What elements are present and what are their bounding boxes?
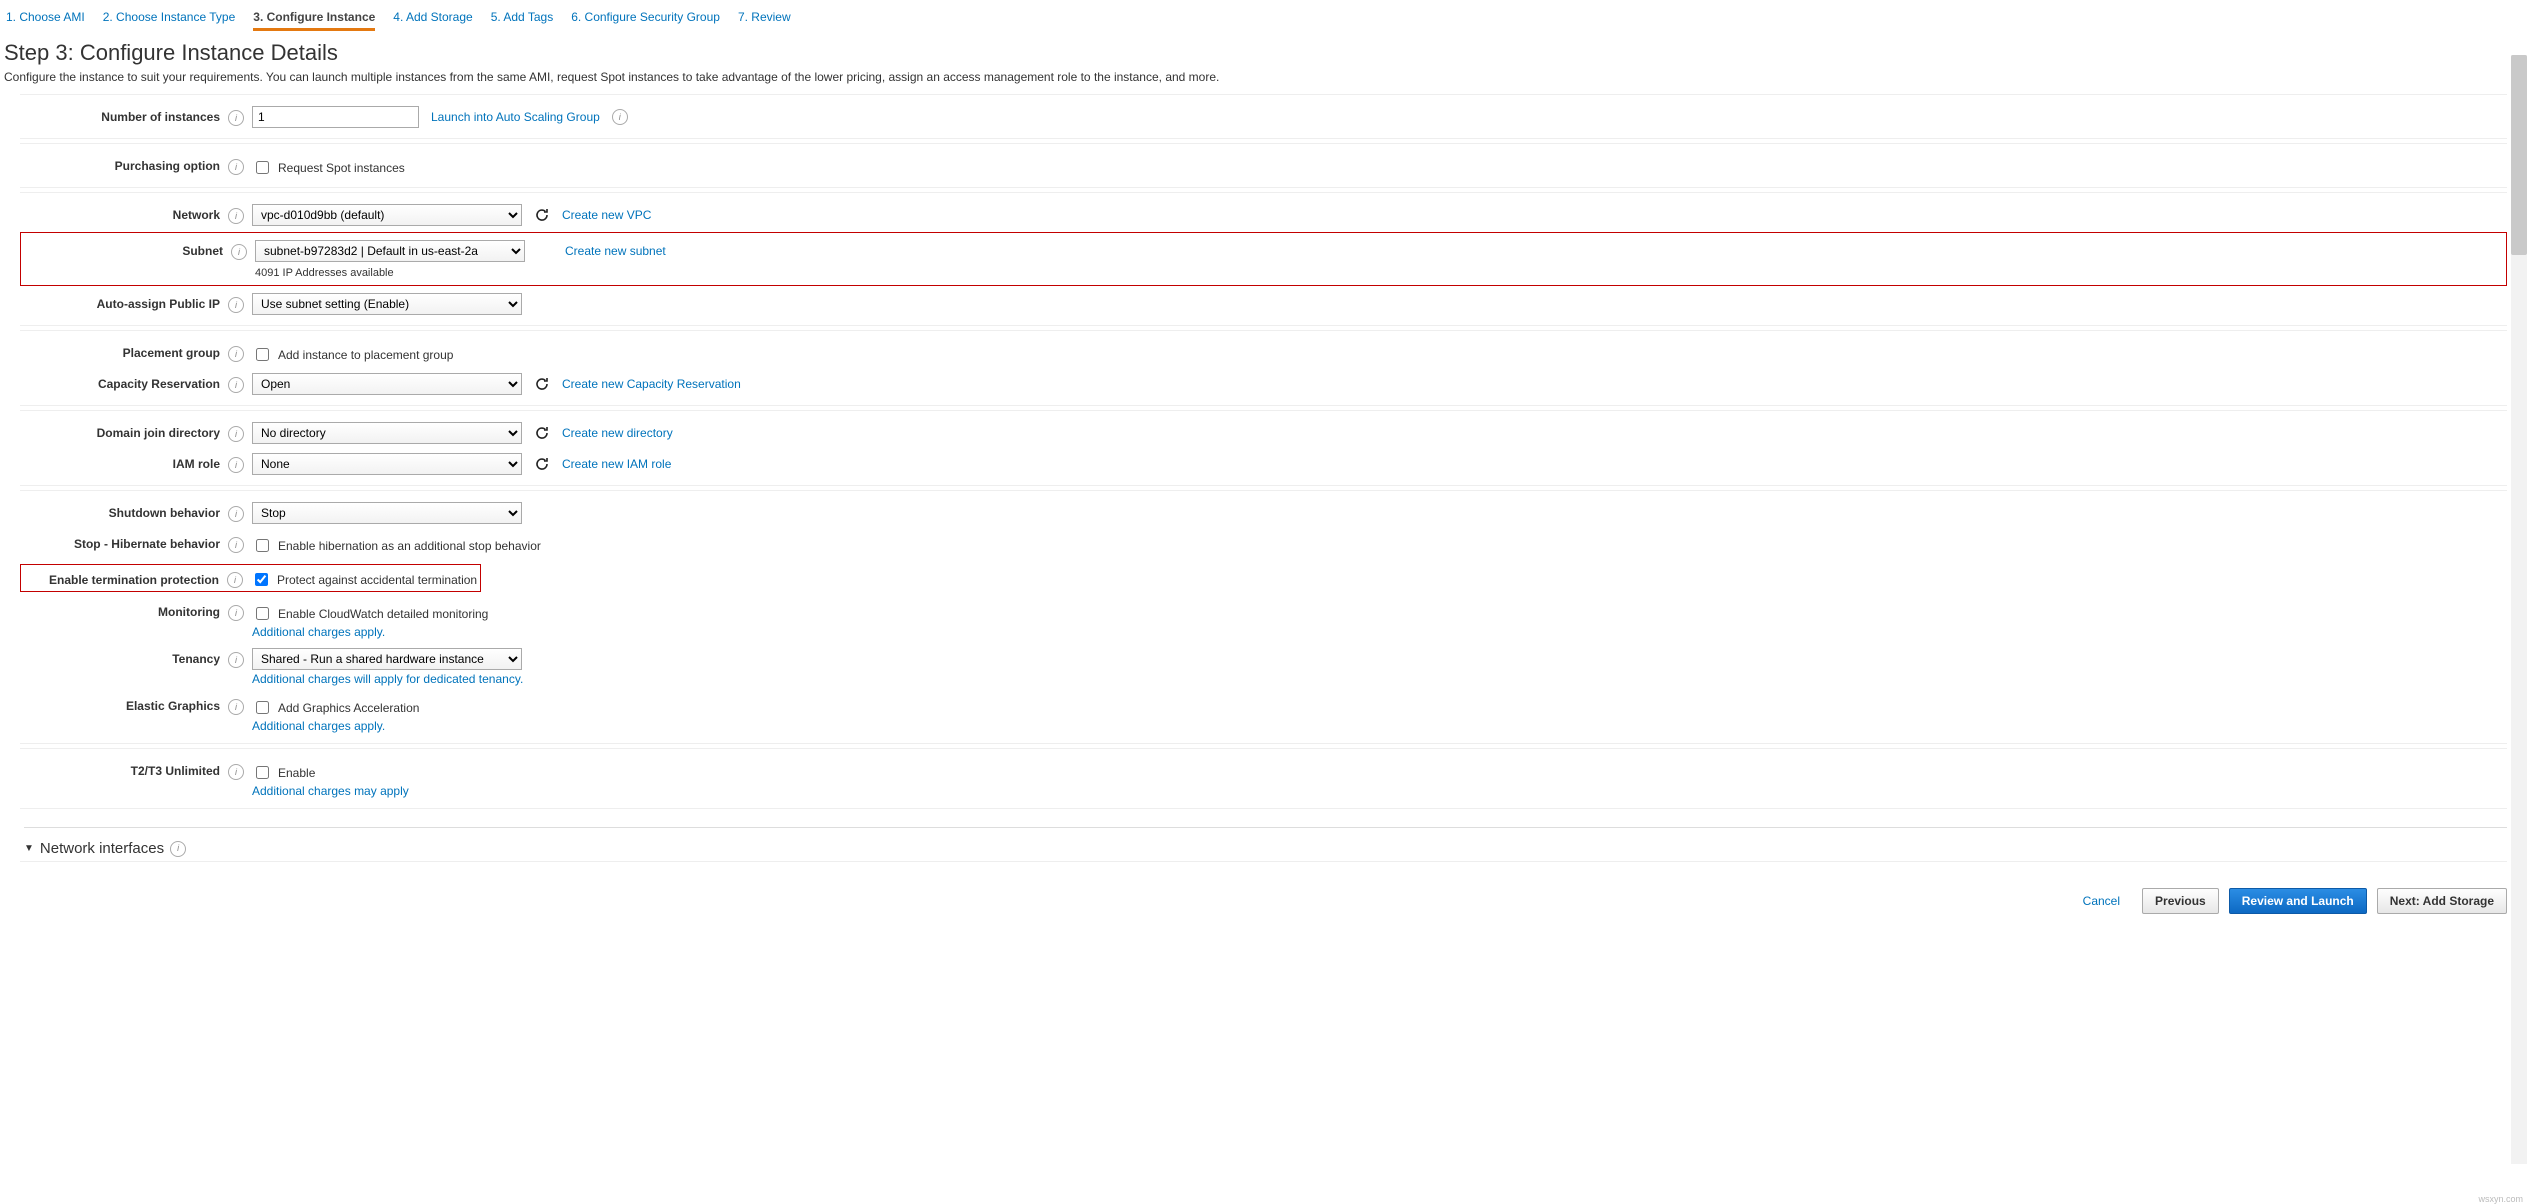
page-subtitle: Configure the instance to suit your requ… xyxy=(4,70,2527,84)
label-capacity: Capacity Reservation xyxy=(20,373,228,391)
info-icon[interactable]: i xyxy=(228,110,244,126)
link-monitoring-charges[interactable]: Additional charges apply. xyxy=(252,625,2507,639)
tab-choose-type[interactable]: 2. Choose Instance Type xyxy=(103,6,236,31)
spot-checkbox[interactable] xyxy=(256,161,269,174)
tab-add-storage[interactable]: 4. Add Storage xyxy=(393,6,472,31)
info-icon[interactable]: i xyxy=(228,346,244,362)
info-icon[interactable]: i xyxy=(170,841,186,857)
info-icon[interactable]: i xyxy=(228,377,244,393)
label-termination: Enable termination protection xyxy=(23,569,227,587)
label-elastic: Elastic Graphics xyxy=(20,695,228,713)
placement-cb-label: Add instance to placement group xyxy=(278,348,453,362)
info-icon[interactable]: i xyxy=(228,159,244,175)
previous-button[interactable]: Previous xyxy=(2142,888,2219,914)
iam-select[interactable]: None xyxy=(252,453,522,475)
form: Number of instances i Launch into Auto S… xyxy=(20,94,2507,862)
monitoring-checkbox[interactable] xyxy=(256,607,269,620)
placement-checkbox[interactable] xyxy=(256,348,269,361)
label-t2t3: T2/T3 Unlimited xyxy=(20,760,228,778)
tab-security-group[interactable]: 6. Configure Security Group xyxy=(571,6,720,31)
tab-review[interactable]: 7. Review xyxy=(738,6,791,31)
label-tenancy: Tenancy xyxy=(20,648,228,666)
review-launch-button[interactable]: Review and Launch xyxy=(2229,888,2367,914)
subnet-highlight: Subnet i subnet-b97283d2 | Default in us… xyxy=(20,232,2507,286)
info-icon[interactable]: i xyxy=(228,457,244,473)
instances-input[interactable] xyxy=(252,106,419,128)
termination-checkbox[interactable] xyxy=(255,573,268,586)
subnet-availability: 4091 IP Addresses available xyxy=(255,267,2504,279)
shutdown-select[interactable]: Stop xyxy=(252,502,522,524)
link-create-iam[interactable]: Create new IAM role xyxy=(562,457,671,471)
link-autoscaling[interactable]: Launch into Auto Scaling Group xyxy=(431,110,600,124)
refresh-icon[interactable] xyxy=(534,425,550,441)
capacity-select[interactable]: Open xyxy=(252,373,522,395)
refresh-icon[interactable] xyxy=(534,376,550,392)
caret-down-icon: ▼ xyxy=(24,843,34,854)
hibernate-cb-label: Enable hibernation as an additional stop… xyxy=(278,539,541,553)
refresh-icon[interactable] xyxy=(534,207,550,223)
link-create-subnet[interactable]: Create new subnet xyxy=(565,244,666,258)
footer: Cancel Previous Review and Launch Next: … xyxy=(0,878,2527,922)
t2t3-checkbox[interactable] xyxy=(256,766,269,779)
link-create-directory[interactable]: Create new directory xyxy=(562,426,673,440)
info-icon[interactable]: i xyxy=(228,426,244,442)
tenancy-select[interactable]: Shared - Run a shared hardware instance xyxy=(252,648,522,670)
info-icon[interactable]: i xyxy=(228,764,244,780)
info-icon[interactable]: i xyxy=(228,208,244,224)
scrollbar[interactable] xyxy=(2511,55,2527,1164)
link-t2t3-charges[interactable]: Additional charges may apply xyxy=(252,784,2507,798)
tab-configure-instance[interactable]: 3. Configure Instance xyxy=(253,6,375,31)
refresh-icon[interactable] xyxy=(534,456,550,472)
termination-cb-label: Protect against accidental termination xyxy=(277,573,477,587)
info-icon[interactable]: i xyxy=(612,109,628,125)
spot-label: Request Spot instances xyxy=(278,161,405,175)
watermark: wsxyn.com xyxy=(2478,1194,2523,1204)
section-title: Network interfaces xyxy=(40,840,164,857)
cancel-button[interactable]: Cancel xyxy=(2071,888,2132,914)
label-shutdown: Shutdown behavior xyxy=(20,502,228,520)
info-icon[interactable]: i xyxy=(228,537,244,553)
network-select[interactable]: vpc-d010d9bb (default) xyxy=(252,204,522,226)
info-icon[interactable]: i xyxy=(228,605,244,621)
label-purchasing: Purchasing option xyxy=(20,155,228,173)
monitoring-cb-label: Enable CloudWatch detailed monitoring xyxy=(278,607,488,621)
scrollbar-thumb[interactable] xyxy=(2511,55,2527,255)
next-button[interactable]: Next: Add Storage xyxy=(2377,888,2507,914)
publicip-select[interactable]: Use subnet setting (Enable) xyxy=(252,293,522,315)
info-icon[interactable]: i xyxy=(228,297,244,313)
label-publicip: Auto-assign Public IP xyxy=(20,293,228,311)
label-iam: IAM role xyxy=(20,453,228,471)
info-icon[interactable]: i xyxy=(228,652,244,668)
t2t3-cb-label: Enable xyxy=(278,766,315,780)
domain-select[interactable]: No directory xyxy=(252,422,522,444)
label-instances: Number of instances xyxy=(20,106,228,124)
label-subnet: Subnet xyxy=(23,240,231,258)
hibernate-checkbox[interactable] xyxy=(256,539,269,552)
link-create-capacity[interactable]: Create new Capacity Reservation xyxy=(562,377,741,391)
termination-highlight: Enable termination protection i Protect … xyxy=(20,564,481,592)
elastic-cb-label: Add Graphics Acceleration xyxy=(278,701,419,715)
link-create-vpc[interactable]: Create new VPC xyxy=(562,208,651,222)
info-icon[interactable]: i xyxy=(231,244,247,260)
info-icon[interactable]: i xyxy=(228,506,244,522)
link-elastic-charges[interactable]: Additional charges apply. xyxy=(252,719,2507,733)
link-tenancy-charges[interactable]: Additional charges will apply for dedica… xyxy=(252,672,2507,686)
page-title: Step 3: Configure Instance Details xyxy=(4,40,2527,66)
label-network: Network xyxy=(20,204,228,222)
label-placement: Placement group xyxy=(20,342,228,360)
wizard-tabs: 1. Choose AMI 2. Choose Instance Type 3.… xyxy=(0,0,2527,32)
info-icon[interactable]: i xyxy=(228,699,244,715)
label-hibernate: Stop - Hibernate behavior xyxy=(20,533,228,551)
subnet-select[interactable]: subnet-b97283d2 | Default in us-east-2a xyxy=(255,240,525,262)
tab-add-tags[interactable]: 5. Add Tags xyxy=(491,6,554,31)
label-monitoring: Monitoring xyxy=(20,601,228,619)
elastic-checkbox[interactable] xyxy=(256,701,269,714)
info-icon[interactable]: i xyxy=(227,572,243,588)
tab-choose-ami[interactable]: 1. Choose AMI xyxy=(6,6,85,31)
section-network-interfaces[interactable]: ▼ Network interfaces i xyxy=(24,827,2507,857)
label-domain: Domain join directory xyxy=(20,422,228,440)
